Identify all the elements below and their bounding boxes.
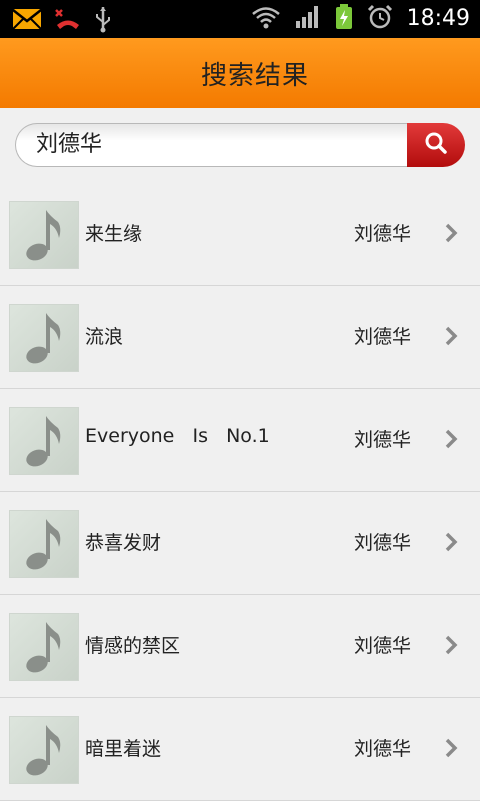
list-item[interactable]: 情感的禁区 刘德华 [0,595,480,698]
search-button[interactable] [407,123,465,167]
chevron-right-icon [444,737,458,759]
chevron-right-icon [444,325,458,347]
wifi-icon [251,5,281,33]
search-input[interactable]: 刘德华 [15,123,425,167]
music-note-icon [9,716,79,784]
status-notifications [12,5,112,37]
song-artist: 刘德华 [354,738,412,760]
chevron-right-icon [444,634,458,656]
alarm-icon [367,4,393,34]
page-title: 搜索结果 [200,60,309,91]
list-item[interactable]: 恭喜发财 刘德华 [0,492,480,595]
song-artist: 刘德华 [354,326,412,348]
music-note-icon [9,304,79,372]
music-note-icon [9,510,79,578]
song-artist: 刘德华 [354,223,412,245]
missed-call-icon [54,6,82,36]
song-title: 情感的禁区 [85,635,181,657]
results-list: 来生缘 刘德华 流浪 刘德华 Everyone Is No.1 刘德华 恭喜发财… [0,183,480,801]
song-title: 流浪 [85,326,124,348]
status-system: 18:49 [251,4,470,34]
song-artist: 刘德华 [354,429,412,451]
title-bar: 搜索结果 [0,38,480,108]
list-item[interactable]: 暗里着迷 刘德华 [0,698,480,801]
search-bar: 刘德华 [15,123,465,169]
chevron-right-icon [444,222,458,244]
status-time: 18:49 [406,6,470,31]
song-title: Everyone Is No.1 [85,425,270,447]
chevron-right-icon [444,428,458,450]
status-bar: 18:49 [0,0,480,38]
mail-icon [12,8,42,34]
song-title: 恭喜发财 [85,532,162,554]
song-artist: 刘德华 [354,635,412,657]
music-note-icon [9,407,79,475]
music-note-icon [9,201,79,269]
list-item[interactable]: 来生缘 刘德华 [0,183,480,286]
list-item[interactable]: 流浪 刘德华 [0,286,480,389]
chevron-right-icon [444,531,458,553]
list-item[interactable]: Everyone Is No.1 刘德华 [0,389,480,492]
song-title: 来生缘 [85,223,143,245]
song-artist: 刘德华 [354,532,412,554]
battery-charging-icon [335,4,353,34]
search-icon [424,131,448,159]
usb-icon [94,5,112,37]
music-note-icon [9,613,79,681]
song-title: 暗里着迷 [85,738,162,760]
signal-icon [295,5,321,33]
